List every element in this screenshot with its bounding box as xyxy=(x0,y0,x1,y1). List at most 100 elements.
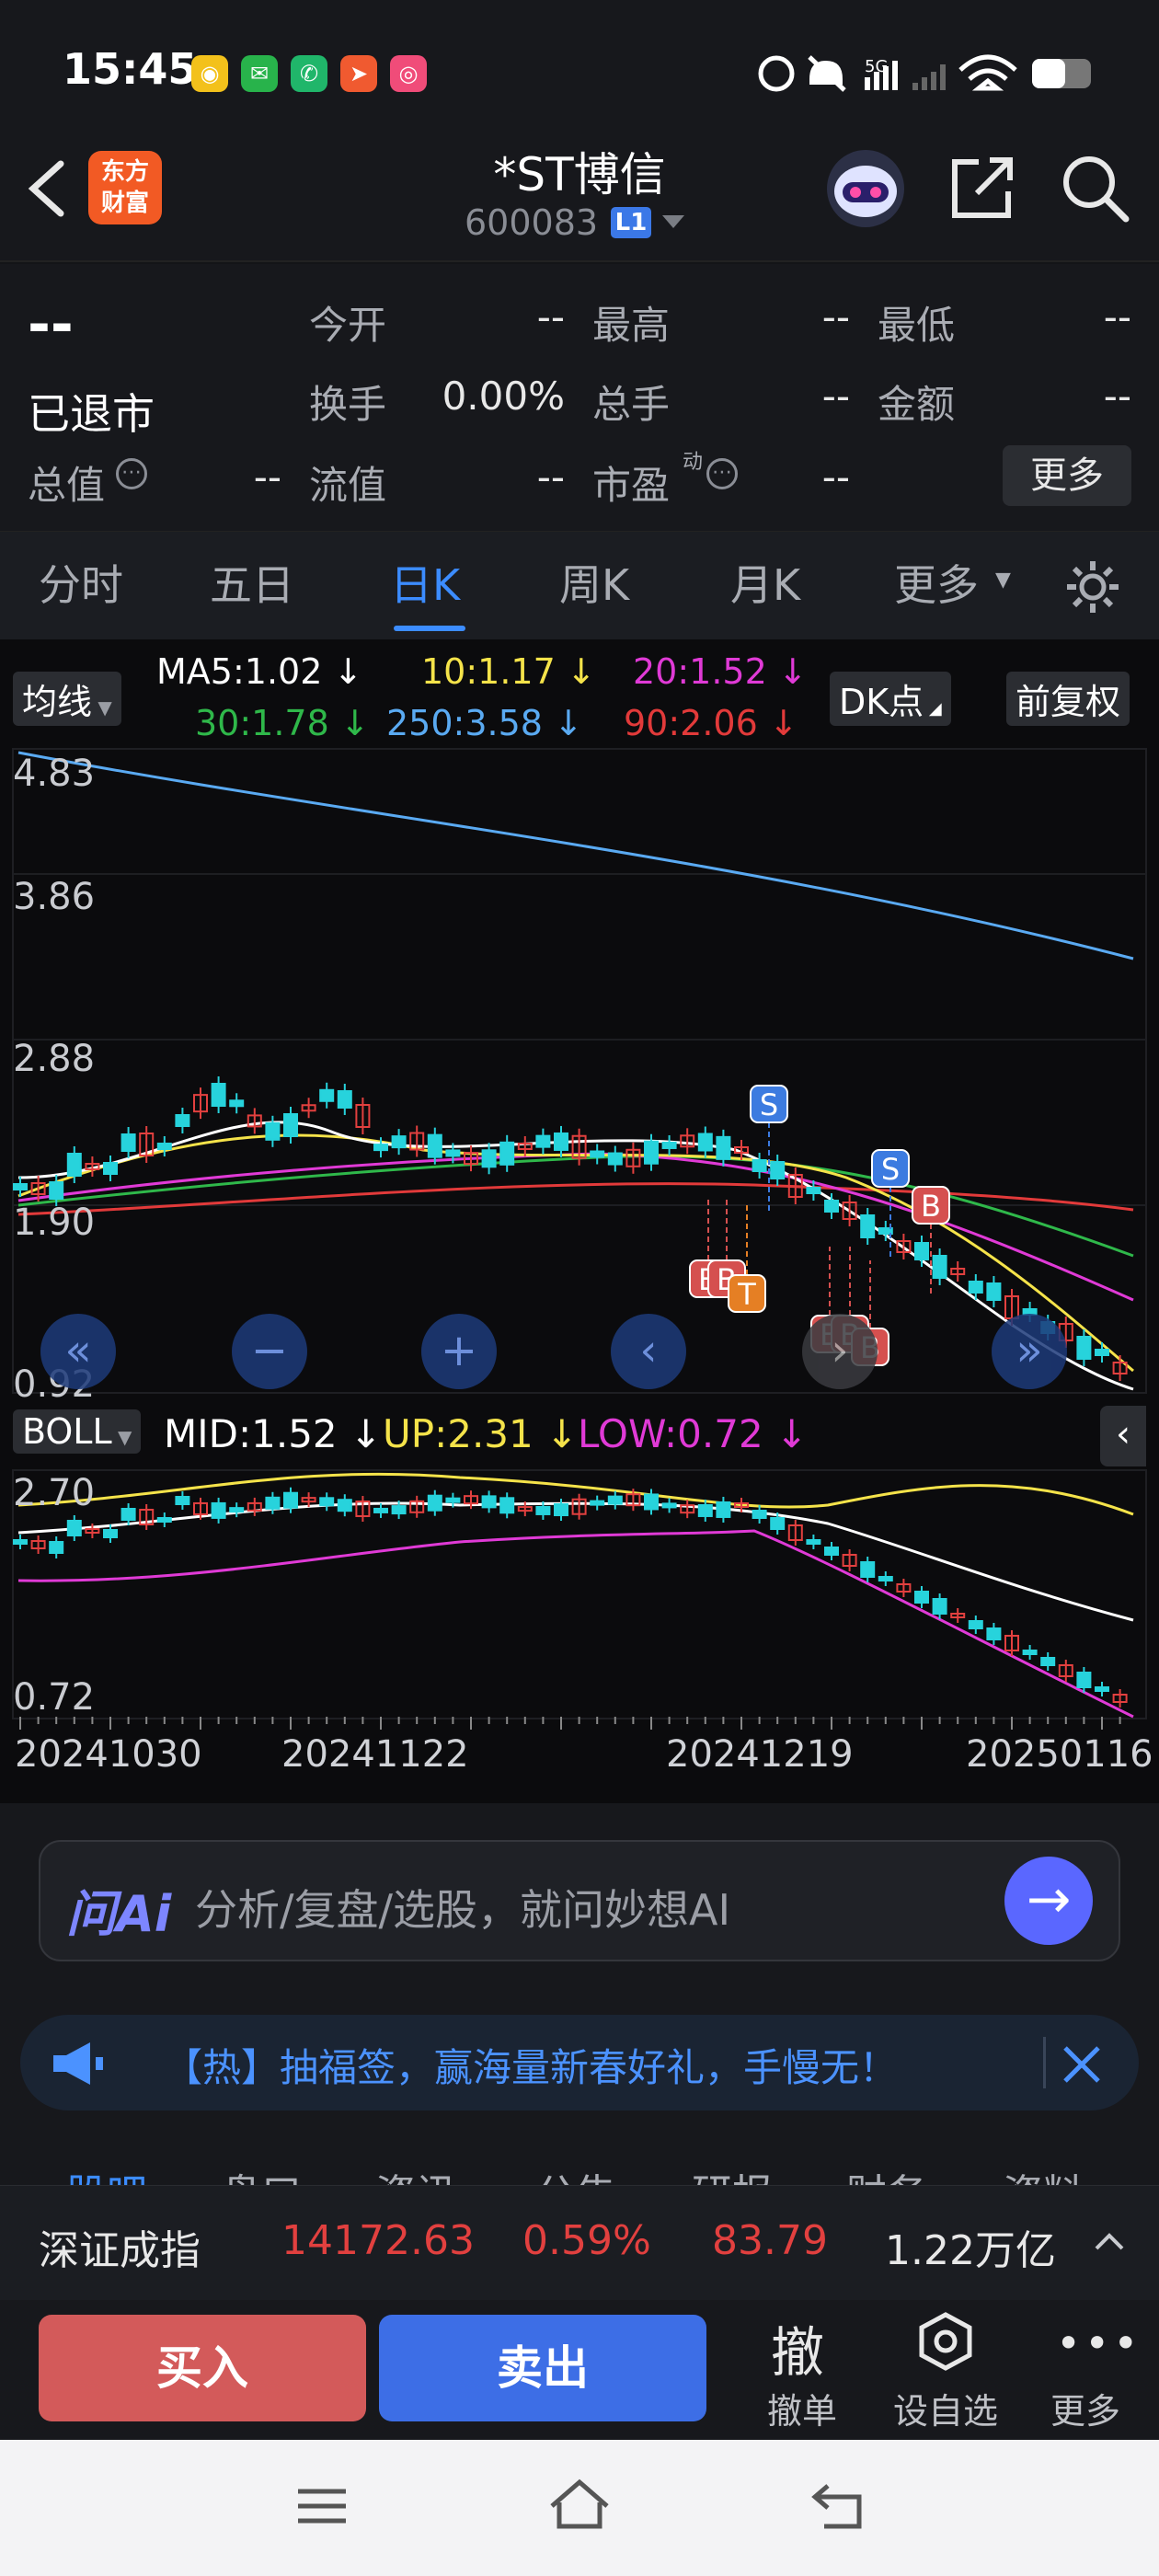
chevron-up-icon[interactable] xyxy=(1093,2230,1126,2252)
candle xyxy=(535,1128,551,1155)
ai-input-placeholder[interactable]: 分析/复盘/选股，就问妙想AI xyxy=(195,1877,730,1938)
zoom-out-button[interactable]: − xyxy=(232,1314,307,1389)
sub-tab-research[interactable]: 研报 xyxy=(692,2161,773,2185)
sub-tab-orderbook[interactable]: 盘口 xyxy=(221,2161,302,2185)
more-actions-label[interactable]: 更多 xyxy=(1021,2383,1150,2433)
float-cap-value: -- xyxy=(536,454,565,500)
share-icon[interactable] xyxy=(946,151,1019,224)
index-change: 83.79 xyxy=(712,2217,828,2264)
svg-text:B: B xyxy=(921,1189,941,1224)
candle xyxy=(499,1134,515,1172)
sub-tab-news[interactable]: 资讯 xyxy=(375,2161,456,2185)
main-kline-chart[interactable]: SSBBBTBBB xyxy=(0,745,1159,1398)
boll-candle xyxy=(968,1616,983,1634)
promo-notice-text[interactable]: 【热】抽福签，赢海量新春好礼，手慢无！ xyxy=(164,2037,898,2093)
ai-submit-arrow-icon[interactable]: → xyxy=(1004,1857,1093,1945)
add-watchlist-label[interactable]: 设自选 xyxy=(881,2383,1010,2433)
y-label-3: 2.88 xyxy=(13,1038,96,1080)
x-label-3: 20241219 xyxy=(666,1733,854,1776)
y-label-4: 1.90 xyxy=(13,1202,96,1244)
wechat-icon: ✉ xyxy=(241,55,278,92)
candle xyxy=(1076,1329,1092,1366)
step-back-button[interactable]: ‹ xyxy=(611,1314,686,1389)
boll-candle xyxy=(986,1623,1002,1645)
candle xyxy=(716,1129,731,1167)
candle xyxy=(986,1276,1002,1307)
dk-point-button[interactable]: DK点 ◢ xyxy=(830,672,951,726)
boll-candle xyxy=(878,1571,893,1586)
more-dots-icon[interactable]: ••• xyxy=(1056,2318,1142,2368)
tab-daily-k[interactable]: 日K xyxy=(390,552,460,613)
candle xyxy=(625,1142,641,1174)
low-label: 最低 xyxy=(878,303,956,348)
ma250-label: 250:3.58 ↓ xyxy=(386,703,583,743)
fast-forward-button[interactable]: » xyxy=(992,1314,1067,1389)
robot-assistant-icon[interactable] xyxy=(824,147,907,230)
tab-intraday[interactable]: 分时 xyxy=(39,552,123,613)
boll-y-top: 2.70 xyxy=(13,1472,96,1514)
tab-monthly-k[interactable]: 月K xyxy=(730,552,800,613)
boll-candle xyxy=(950,1608,966,1623)
buy-button[interactable]: 买入 xyxy=(39,2315,366,2421)
ma-selector[interactable]: 均线 ▼ xyxy=(13,672,121,726)
step-forward-button[interactable]: › xyxy=(802,1314,878,1389)
price-adjust-button[interactable]: 前复权 xyxy=(1006,672,1130,726)
candle xyxy=(517,1136,533,1157)
boll-candle xyxy=(716,1496,731,1523)
candle xyxy=(661,1134,677,1156)
sub-tab-finance[interactable]: 财务 xyxy=(846,2161,927,2185)
svg-text:T: T xyxy=(737,1277,756,1312)
menu-icon[interactable] xyxy=(294,2484,350,2530)
boll-candle xyxy=(896,1579,912,1597)
boll-candle xyxy=(914,1586,929,1608)
candle xyxy=(842,1195,857,1226)
settings-gear-icon[interactable] xyxy=(1063,558,1122,616)
boll-selector[interactable]: BOLL ▼ xyxy=(13,1409,142,1454)
active-tab-indicator xyxy=(394,626,465,631)
boll-candle xyxy=(644,1489,659,1515)
notice-divider xyxy=(1043,2037,1046,2088)
cancel-order-label[interactable]: 撤单 xyxy=(738,2383,866,2433)
fast-back-button[interactable]: « xyxy=(40,1314,116,1389)
chevron-down-icon[interactable] xyxy=(660,213,686,232)
index-name: 深证成指 xyxy=(39,2227,201,2274)
boll-candle xyxy=(932,1593,947,1619)
wifi-icon xyxy=(958,54,1017,91)
x-label-2: 20241122 xyxy=(281,1733,469,1776)
search-icon[interactable] xyxy=(1058,151,1131,224)
boll-candle xyxy=(1112,1689,1128,1708)
stock-code: 600083 xyxy=(465,202,599,243)
volume-value: -- xyxy=(821,374,850,419)
sub-tab-profile[interactable]: 资料 xyxy=(1003,2161,1084,2185)
cancel-order-icon[interactable]: 撤 xyxy=(771,2309,824,2386)
open-value: -- xyxy=(536,294,565,339)
tab-more[interactable]: 更多 xyxy=(894,552,979,613)
zoom-in-button[interactable]: + xyxy=(421,1314,497,1389)
add-watchlist-icon[interactable] xyxy=(916,2311,975,2374)
boll-candle xyxy=(13,1535,28,1549)
boll-candle xyxy=(787,1520,803,1546)
more-quote-button[interactable]: 更多 xyxy=(1003,445,1131,506)
t-signal-marker: T xyxy=(728,1205,766,1313)
level-badge: L1 xyxy=(611,207,651,238)
sub-tab-announcements[interactable]: 公告 xyxy=(535,2161,616,2185)
sell-button[interactable]: 卖出 xyxy=(379,2315,706,2421)
tab-five-day[interactable]: 五日 xyxy=(210,552,294,613)
close-icon[interactable] xyxy=(1060,2042,1104,2087)
market-cap-value: -- xyxy=(253,454,281,500)
boll-mid-label: MID:1.52 ↓ xyxy=(164,1411,383,1456)
boll-candle xyxy=(571,1493,587,1520)
boll-chart[interactable] xyxy=(0,1468,1159,1722)
home-icon[interactable] xyxy=(546,2477,613,2532)
candle xyxy=(391,1129,407,1156)
send-app-icon: ➤ xyxy=(340,55,377,92)
collapse-panel-icon[interactable]: ‹ xyxy=(1100,1406,1146,1466)
tab-weekly-k[interactable]: 周K xyxy=(559,552,629,613)
app-logo[interactable]: 东方 财富 xyxy=(88,151,162,224)
info-icon[interactable]: ⋯ xyxy=(116,458,147,489)
back-icon[interactable] xyxy=(24,156,70,221)
sub-tab-forum[interactable]: 股吧 xyxy=(66,2161,147,2185)
svg-text:S: S xyxy=(760,1087,778,1122)
pe-info-icon[interactable]: ⋯ xyxy=(706,458,738,489)
back-nav-icon[interactable] xyxy=(809,2480,868,2532)
